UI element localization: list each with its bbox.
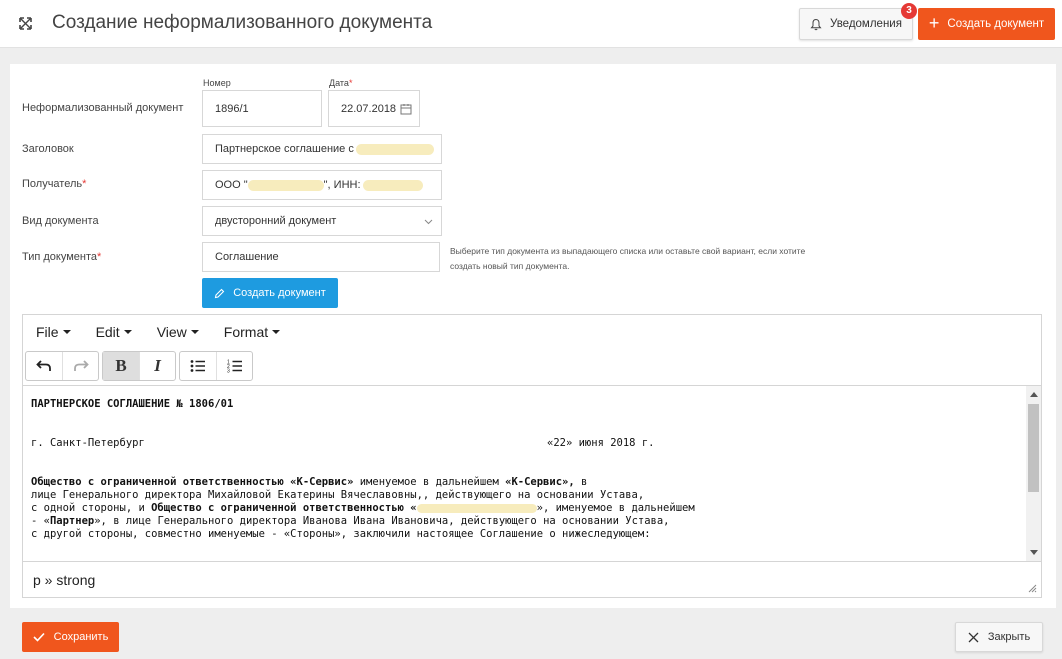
create-doc-label: Создать документ [233,287,326,299]
notifications-button[interactable]: Уведомления [799,8,913,40]
editor-statusbar: p » strong [23,561,1041,597]
numbered-list-button[interactable]: 1 2 3 [216,352,252,380]
doc-kind-value: двусторонний документ [215,215,337,227]
resize-handle-icon[interactable] [1028,584,1037,593]
paragraph-line: с другой стороны, совместно именуемые - … [31,528,651,540]
heading-label: Заголовок [22,143,74,155]
form-panel: Номер Дата* Неформализованный документ 1… [10,64,1056,608]
redo-icon [73,360,89,371]
editor-menubar: File Edit View Format [23,315,1041,349]
city-text: г. Санкт-Петербург [31,437,145,449]
paragraph-line: Общество с ограниченной ответственностью… [31,476,588,488]
heading-value: Партнерское соглашение с [215,143,354,155]
chevron-down-icon [424,219,433,225]
notifications-label: Уведомления [830,18,902,30]
history-group [25,351,99,381]
doc-type-value: Соглашение [215,251,279,263]
expand-icon[interactable] [17,15,34,32]
scroll-up-icon[interactable] [1030,392,1038,397]
redacted-text [416,503,537,513]
top-bar: Создание неформализованного документа Ув… [0,0,1062,48]
numbered-list-icon: 1 2 3 [227,360,242,374]
undo-icon [36,360,51,371]
menu-format[interactable]: Format [224,324,281,340]
scroll-thumb[interactable] [1028,404,1039,492]
save-button[interactable]: Сохранить [22,622,119,652]
doc-type-label: Тип документа* [22,251,102,263]
list-group: 1 2 3 [179,351,253,381]
number-label: Номер [203,78,231,88]
page-title: Создание неформализованного документа [52,12,433,33]
bold-button[interactable]: B [103,352,139,380]
element-path: p » strong [33,571,96,588]
rich-text-editor: File Edit View Format B I 1 2 3 ПАРТНЕРС… [22,314,1042,598]
undo-button[interactable] [26,352,62,380]
date-label: Дата* [329,78,353,88]
paragraph-line: лице Генерального директора Михайловой Е… [31,489,645,501]
editor-scrollbar[interactable] [1026,385,1041,561]
date-input[interactable]: 22.07.2018 [328,90,420,127]
italic-button[interactable]: I [139,352,175,380]
recipient-inn: ", ИНН: [323,179,361,191]
redacted-text [247,179,324,191]
caret-down-icon [62,330,71,334]
number-input[interactable]: 1896/1 [202,90,322,127]
create-doc-button[interactable]: Создать документ [202,278,338,308]
city-date-line: г. Санкт-Петербург «22» июня 2018 г. [31,437,1026,450]
caret-down-icon [190,330,199,334]
bell-icon [810,18,822,30]
document-title: ПАРТНЕРСКОЕ СОГЛАШЕНИЕ № 1806/01 [31,398,234,410]
save-label: Сохранить [53,631,109,643]
plus-icon: + [928,13,940,33]
pencil-icon [215,288,225,298]
editor-toolbar: B I 1 2 3 [25,351,256,383]
redo-button[interactable] [62,352,98,380]
doc-type-input[interactable]: Соглашение [202,242,440,272]
doc-type-hint: Выберите тип документа из выпадающего сп… [450,246,806,271]
recipient-label: Получатель* [22,178,87,190]
redacted-text [355,143,434,155]
checkmark-icon [33,632,45,642]
calendar-icon[interactable] [400,103,412,115]
create-document-label: Создать документ [947,18,1045,30]
doc-kind-select[interactable]: двусторонний документ [202,206,442,236]
notifications-count-badge: 3 [901,3,917,19]
date-value: 22.07.2018 [341,102,397,115]
caret-down-icon [272,330,281,334]
paragraph-line: с одной стороны, и Общество с ограниченн… [31,502,695,514]
redacted-text [362,179,423,191]
format-group: B I [102,351,176,381]
date-text: «22» июня 2018 г. [547,437,655,449]
close-icon [968,632,979,642]
menu-view[interactable]: View [157,324,199,340]
bullet-list-icon [190,360,205,372]
recipient-input[interactable]: ООО " ", ИНН: [202,170,442,200]
bullet-list-button[interactable] [180,352,216,380]
svg-text:3: 3 [227,369,230,374]
menu-edit[interactable]: Edit [96,324,132,340]
create-document-button[interactable]: + Создать документ [918,8,1055,40]
caret-down-icon [123,330,132,334]
scroll-down-icon[interactable] [1030,550,1038,555]
informal-document-label: Неформализованный документ [22,102,184,114]
menu-file[interactable]: File [36,324,71,340]
recipient-prefix: ООО " [215,179,248,191]
doc-kind-label: Вид документа [22,215,99,227]
close-label: Закрыть [987,631,1031,643]
heading-input[interactable]: Партнерское соглашение с [202,134,442,164]
number-value: 1896/1 [215,102,249,115]
editor-content[interactable]: ПАРТНЕРСКОЕ СОГЛАШЕНИЕ № 1806/01 г. Санк… [23,385,1026,561]
close-button[interactable]: Закрыть [955,622,1043,652]
paragraph-line: - «Партнер», в лице Генерального директо… [31,515,670,527]
